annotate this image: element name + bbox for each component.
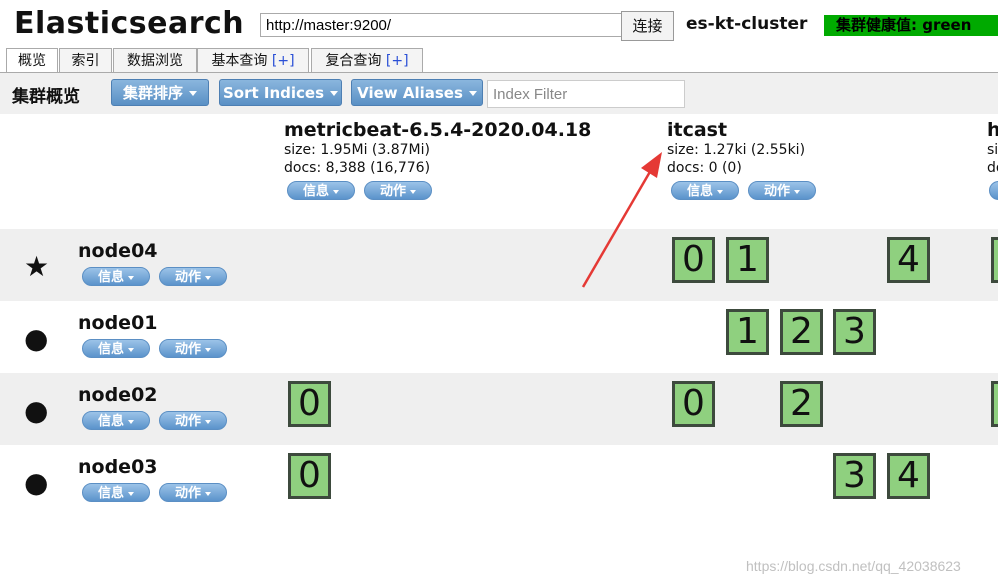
- annotation-arrow-icon: [581, 152, 662, 288]
- watermark: https://blog.csdn.net/qq_42038623: [746, 558, 961, 574]
